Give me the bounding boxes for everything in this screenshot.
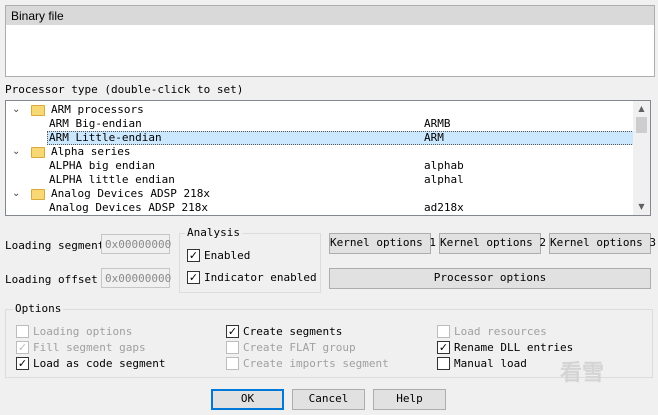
- ok-button[interactable]: OK: [211, 389, 284, 410]
- loading-segment-label: Loading segment: [5, 239, 105, 252]
- load-resources-checkbox[interactable]: [437, 325, 450, 338]
- binary-file-panel: Binary file: [5, 5, 655, 77]
- rename-dll-entries-checkbox[interactable]: ✓: [437, 341, 450, 354]
- processor-options-button[interactable]: Processor options: [329, 268, 651, 289]
- tree-item-code: alphab: [424, 159, 464, 172]
- tree-item-row[interactable]: ALPHA little endian alphal: [6, 173, 634, 187]
- load-as-code-segment-label: Load as code segment: [33, 357, 166, 370]
- binary-file-title: Binary file: [6, 6, 654, 25]
- tree-item-name: ALPHA little endian: [49, 173, 175, 186]
- scroll-up-icon[interactable]: ▲: [633, 101, 650, 117]
- tree-group-row[interactable]: ⌄ ARM processors: [6, 103, 634, 117]
- tree-item-code: ARM: [424, 131, 444, 144]
- tree-item-row[interactable]: Analog Devices ADSP 218x ad218x: [6, 201, 634, 215]
- tree-group-row[interactable]: ⌄ Analog Devices ADSP 218x: [6, 187, 634, 201]
- loading-offset-label: Loading offset: [5, 273, 98, 286]
- tree-group-row[interactable]: ⌄ Alpha series: [6, 145, 634, 159]
- create-imports-segment-checkbox[interactable]: [226, 357, 239, 370]
- create-segments-checkbox[interactable]: ✓: [226, 325, 239, 338]
- tree-item-code: ad218x: [424, 201, 464, 214]
- loading-options-checkbox[interactable]: [16, 325, 29, 338]
- processor-tree[interactable]: ⌄ ARM processors ARM Big-endian ARMB ARM Lit…: [5, 100, 651, 216]
- watermark-logo: 看雪: [560, 361, 605, 386]
- tree-item-code: ARMB: [424, 117, 451, 130]
- load-resources-label: Load resources: [454, 325, 547, 338]
- chevron-down-icon[interactable]: ⌄: [12, 103, 24, 117]
- tree-item-row[interactable]: ALPHA big endian alphab: [6, 159, 634, 173]
- chevron-down-icon[interactable]: ⌄: [12, 145, 24, 159]
- folder-icon: [31, 189, 45, 200]
- fill-segment-gaps-label: Fill segment gaps: [33, 341, 146, 354]
- kernel-options-1-button[interactable]: Kernel options 1: [329, 233, 436, 254]
- folder-icon: [31, 105, 45, 116]
- loading-options-label: Loading options: [33, 325, 133, 338]
- manual-load-label: Manual load: [454, 357, 527, 370]
- analysis-title: Analysis: [185, 226, 242, 239]
- tree-group-name: Angstrem KR1878: [51, 215, 150, 216]
- tree-group-name: Analog Devices ADSP 218x: [51, 187, 210, 200]
- tree-item-name: ALPHA big endian: [49, 159, 155, 172]
- fill-segment-gaps-checkbox[interactable]: ✓: [16, 341, 29, 354]
- scroll-down-icon[interactable]: ▼: [633, 199, 650, 215]
- processor-type-label: Processor type (double-click to set): [5, 83, 244, 96]
- tree-group-row[interactable]: ⌄ Angstrem KR1878: [6, 215, 634, 216]
- rename-dll-entries-label: Rename DLL entries: [454, 341, 574, 354]
- cancel-button[interactable]: Cancel: [292, 389, 365, 410]
- analysis-enabled-label: Enabled: [204, 249, 251, 262]
- tree-group-name: Alpha series: [51, 145, 131, 158]
- chevron-down-icon[interactable]: ⌄: [12, 215, 24, 216]
- kernel-options-3-button[interactable]: Kernel options 3: [549, 233, 656, 254]
- tree-item-name: ARM Big-endian: [49, 117, 142, 130]
- tree-item-row[interactable]: ARM Big-endian ARMB: [6, 117, 634, 131]
- create-flat-group-checkbox[interactable]: [226, 341, 239, 354]
- analysis-group: [179, 233, 321, 293]
- tree-item-name: Analog Devices ADSP 218x: [49, 201, 208, 214]
- tree-item-code: alphal: [424, 173, 464, 186]
- help-button[interactable]: Help: [373, 389, 446, 410]
- create-segments-label: Create segments: [243, 325, 343, 338]
- chevron-down-icon[interactable]: ⌄: [12, 187, 24, 201]
- create-imports-segment-label: Create imports segment: [243, 357, 389, 370]
- analysis-enabled-checkbox[interactable]: ✓: [187, 249, 200, 262]
- tree-scrollbar[interactable]: ▲ ▼: [633, 101, 650, 215]
- folder-icon: [31, 147, 45, 158]
- indicator-enabled-label: Indicator enabled: [204, 271, 317, 284]
- manual-load-checkbox[interactable]: [437, 357, 450, 370]
- indicator-enabled-checkbox[interactable]: ✓: [187, 271, 200, 284]
- create-flat-group-label: Create FLAT group: [243, 341, 356, 354]
- loading-segment-field[interactable]: 0x00000000: [101, 234, 171, 254]
- loading-offset-field[interactable]: 0x00000000: [101, 268, 171, 288]
- tree-group-name: ARM processors: [51, 103, 144, 116]
- tree-item-row[interactable]: ARM Little-endian ARM: [6, 131, 634, 145]
- kernel-options-2-button[interactable]: Kernel options 2: [439, 233, 546, 254]
- tree-item-name: ARM Little-endian: [49, 131, 162, 144]
- options-title: Options: [13, 302, 64, 315]
- load-as-code-segment-checkbox[interactable]: ✓: [16, 357, 29, 370]
- scroll-thumb[interactable]: [636, 117, 647, 133]
